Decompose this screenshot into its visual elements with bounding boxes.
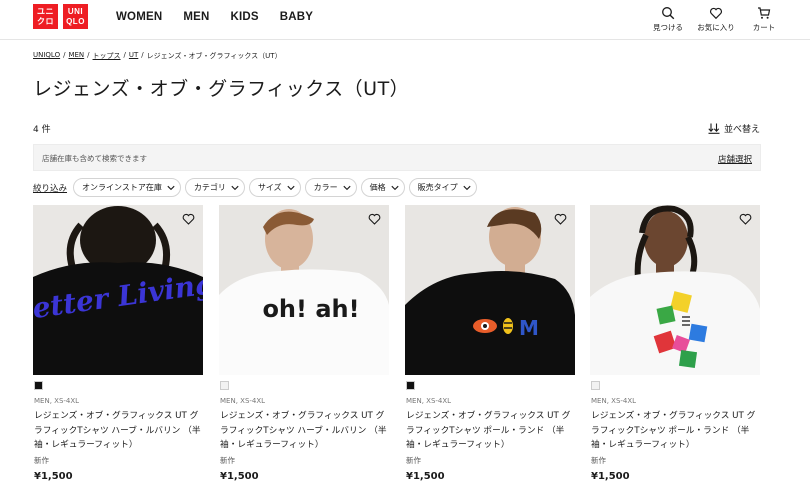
heart-icon (710, 7, 722, 20)
search-icon (662, 7, 675, 20)
filter-color[interactable]: カラー (304, 178, 357, 197)
chevron-down-icon (167, 185, 175, 190)
product-price: ¥1,500 (220, 471, 259, 482)
breadcrumb-uniqlo[interactable]: UNIQLO (33, 51, 60, 61)
page-title: レジェンズ・オブ・グラフィックス（UT） (33, 78, 410, 100)
header-actions: 見つける お気に入り カート (644, 6, 788, 33)
new-badge: 新作 (34, 456, 49, 465)
new-badge: 新作 (406, 456, 421, 465)
cart-icon (758, 7, 771, 19)
sort-icon (708, 123, 720, 134)
product-gender-size: MEN, XS-4XL (591, 397, 637, 405)
new-badge: 新作 (591, 456, 606, 465)
breadcrumb-current: レジェンズ・オブ・グラフィックス（UT） (146, 52, 282, 60)
product-price: ¥1,500 (406, 471, 445, 482)
nav-men[interactable]: MEN (183, 11, 209, 23)
nav-baby[interactable]: BABY (280, 11, 313, 23)
chevron-down-icon (343, 185, 351, 190)
svg-text:oh! ah!: oh! ah! (262, 295, 359, 323)
search-label: 見つける (653, 23, 683, 32)
store-stock-bar: 店舗在庫も含めて検索できます 店舗選択 (33, 144, 761, 171)
filter-category[interactable]: カテゴリ (184, 178, 245, 197)
product-gender-size: MEN, XS-4XL (34, 397, 80, 405)
uniqlo-logo-katakana[interactable]: ユニ クロ (33, 4, 58, 29)
breadcrumb: UNIQLO / MEN / トップス / UT / レジェンズ・オブ・グラフィックス（… (33, 51, 282, 61)
sort-button[interactable]: 並べ替え (708, 122, 760, 135)
sort-label: 並べ替え (723, 125, 760, 135)
nav-women[interactable]: WOMEN (116, 11, 162, 23)
product-name[interactable]: レジェンズ・オブ・グラフィックス UT グラフィックTシャツ ポール・ランド （… (406, 409, 578, 453)
result-count: 4 件 (33, 125, 51, 135)
product-card[interactable]: MEN, XS-4XL レジェンズ・オブ・グラフィックス UT グラフィックTシ… (590, 205, 760, 482)
favorites-button[interactable]: お気に入り (692, 6, 740, 33)
chevron-down-icon (463, 185, 471, 190)
cart-label: カート (752, 23, 776, 32)
filter-price[interactable]: 価格 (360, 178, 405, 197)
chevron-down-icon (287, 185, 295, 190)
product-price: ¥1,500 (591, 471, 630, 482)
svg-text:M: M (519, 316, 539, 340)
color-swatch[interactable] (220, 381, 229, 390)
filter-online-stock[interactable]: オンラインストア在庫 (73, 178, 181, 197)
breadcrumb-men[interactable]: MEN (68, 51, 84, 61)
filter-bar: 絞り込み オンラインストア在庫 カテゴリ サイズ カラー 価格 販売タイプ (33, 178, 481, 197)
product-name[interactable]: レジェンズ・オブ・グラフィックス UT グラフィックTシャツ ハーブ・ルバリン … (220, 409, 392, 453)
store-stock-text: 店舗在庫も含めて検索できます (42, 154, 147, 163)
search-button[interactable]: 見つける (644, 6, 692, 33)
chevron-down-icon (391, 185, 399, 190)
chevron-down-icon (231, 185, 239, 190)
product-gender-size: MEN, XS-4XL (220, 397, 266, 405)
favorite-heart-icon[interactable] (554, 213, 567, 225)
store-select-link[interactable]: 店舗選択 (718, 153, 752, 165)
product-photo-black-tee-eye-bee: M (405, 205, 575, 375)
product-photo-black-tee-back: Better Living (33, 205, 203, 375)
breadcrumb-tops[interactable]: トップス (93, 51, 121, 61)
product-photo-white-tee-ohah: oh! ah! (219, 205, 389, 375)
favorite-heart-icon[interactable] (368, 213, 381, 225)
product-card[interactable]: Better Living MEN, XS-4XL レジェンズ・オブ・グラフィッ… (33, 205, 203, 482)
product-gender-size: MEN, XS-4XL (406, 397, 452, 405)
product-name[interactable]: レジェンズ・オブ・グラフィックス UT グラフィックTシャツ ポール・ランド （… (591, 409, 763, 453)
new-badge: 新作 (220, 456, 235, 465)
color-swatch[interactable] (406, 381, 415, 390)
filter-size[interactable]: サイズ (248, 178, 301, 197)
product-photo-white-tee-squares (590, 205, 760, 375)
breadcrumb-ut[interactable]: UT (129, 51, 138, 61)
filter-sales-type[interactable]: 販売タイプ (408, 178, 477, 197)
favorite-heart-icon[interactable] (182, 213, 195, 225)
favorites-label: お気に入り (697, 23, 735, 32)
product-image[interactable]: M (405, 205, 575, 375)
site-header: ユニ クロ UNI QLO WOMEN MEN KIDS BABY 見つける お… (0, 0, 810, 40)
product-price: ¥1,500 (34, 471, 73, 482)
color-swatch[interactable] (591, 381, 600, 390)
color-swatch[interactable] (34, 381, 43, 390)
product-image[interactable] (590, 205, 760, 375)
product-card[interactable]: oh! ah! MEN, XS-4XL レジェンズ・オブ・グラフィックス UT … (219, 205, 389, 482)
nav-kids[interactable]: KIDS (231, 11, 259, 23)
main-nav: WOMEN MEN KIDS BABY (116, 11, 334, 23)
product-name[interactable]: レジェンズ・オブ・グラフィックス UT グラフィックTシャツ ハーブ・ルバリン … (34, 409, 206, 453)
product-image[interactable]: oh! ah! (219, 205, 389, 375)
filter-label[interactable]: 絞り込み (33, 182, 67, 194)
favorite-heart-icon[interactable] (739, 213, 752, 225)
product-image[interactable]: Better Living (33, 205, 203, 375)
cart-button[interactable]: カート (740, 6, 788, 33)
uniqlo-logo-latin[interactable]: UNI QLO (63, 4, 88, 29)
product-card[interactable]: M MEN, XS-4XL レジェンズ・オブ・グラフィックス UT グラフィック… (405, 205, 575, 482)
